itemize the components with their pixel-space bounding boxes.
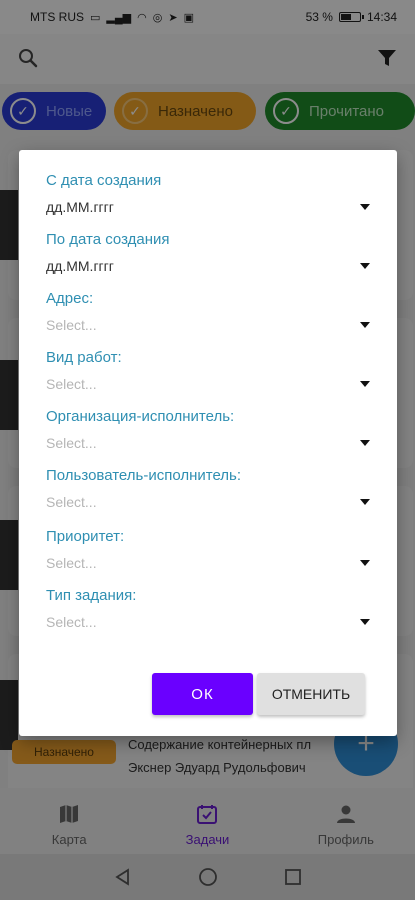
field-label: Вид работ: [46,349,122,366]
select-value[interactable]: Select... [46,317,97,333]
dropdown-arrow-icon[interactable] [360,381,370,387]
field-label: Организация-исполнитель: [46,408,235,425]
field-label: Адрес: [46,290,94,307]
dropdown-arrow-icon[interactable] [360,263,370,269]
select-value[interactable]: Select... [46,614,97,630]
ok-button[interactable]: ОК [152,673,253,715]
select-value[interactable]: Select... [46,435,97,451]
field-label: Пользователь-исполнитель: [46,467,242,484]
select-value[interactable]: Select... [46,494,97,510]
dropdown-arrow-icon[interactable] [360,322,370,328]
select-value[interactable]: Select... [46,376,97,392]
filter-dialog: С дата создания дд.ММ.гггг По дата созда… [19,150,397,736]
date-input[interactable]: дд.ММ.гггг [46,199,114,215]
select-value[interactable]: Select... [46,555,97,571]
field-label: Приоритет: [46,528,125,545]
dropdown-arrow-icon[interactable] [360,440,370,446]
dropdown-arrow-icon[interactable] [360,499,370,505]
dropdown-arrow-icon[interactable] [360,619,370,625]
field-label: С дата создания [46,172,162,189]
field-label: Тип задания: [46,587,137,604]
cancel-button[interactable]: ОТМЕНИТЬ [257,673,365,715]
field-label: По дата создания [46,231,170,248]
dropdown-arrow-icon[interactable] [360,204,370,210]
dropdown-arrow-icon[interactable] [360,560,370,566]
date-input[interactable]: дд.ММ.гггг [46,258,114,274]
